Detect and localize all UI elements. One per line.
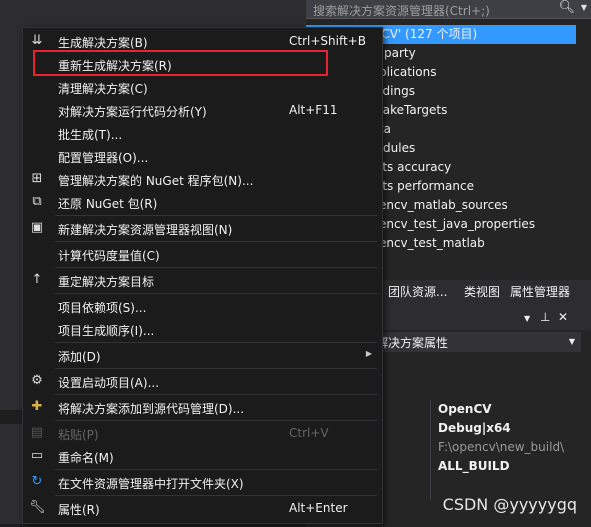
- refresh-icon: ↻: [31, 474, 43, 489]
- menu-separator: [55, 368, 377, 369]
- source-control-icon: ✚: [31, 399, 43, 414]
- gear-icon: ⚙: [31, 373, 43, 388]
- menu-item-add-to-source-control[interactable]: ✚ 将解决方案添加到源代码管理(D)...: [23, 396, 382, 419]
- menu-item-manage-nuget[interactable]: ⊞ 管理解决方案的 NuGet 程序包(N)...: [23, 168, 382, 191]
- menu-separator: [55, 495, 377, 496]
- menu-item-properties[interactable]: 🔧︎ 属性(R) Alt+Enter: [23, 497, 382, 520]
- menu-item-paste[interactable]: ▤ 粘贴(P) Ctrl+V: [23, 422, 382, 445]
- menu-item-restore-nuget[interactable]: ⧉ 还原 NuGet 包(R): [23, 191, 382, 214]
- menu-item-code-metrics[interactable]: 计算代码度量值(C): [23, 243, 382, 266]
- menu-separator: [55, 342, 377, 343]
- selector-label: 解决方案属性: [376, 336, 449, 350]
- rebuild-highlight-annotation: [33, 50, 328, 76]
- solution-search-box[interactable]: 搜索解决方案资源管理器(Ctrl+;) 🔍︎ ▼: [306, 0, 591, 19]
- tab-class-view[interactable]: 类视图: [464, 283, 500, 300]
- watermark: CSDN @yyyyygq: [442, 495, 577, 514]
- menu-separator: [55, 420, 377, 421]
- property-value[interactable]: F:\opencv\new_build\: [438, 438, 564, 457]
- context-menu: ⇊ 生成解决方案(B) Ctrl+Shift+B 重新生成解决方案(R) 清理解…: [22, 27, 383, 524]
- retarget-icon: ↑: [31, 272, 43, 287]
- menu-separator: [55, 394, 377, 395]
- new-view-icon: ▣: [30, 220, 44, 235]
- close-icon[interactable]: ✕: [558, 310, 568, 324]
- menu-item-code-analysis[interactable]: 对解决方案运行代码分析(Y) Alt+F11: [23, 99, 382, 122]
- menu-separator: [55, 267, 377, 268]
- paste-icon: ▤: [30, 425, 44, 440]
- chevron-down-icon[interactable]: ▼: [569, 337, 575, 346]
- tab-team-explorer[interactable]: 团队资源...: [388, 283, 447, 300]
- menu-item-batch-build[interactable]: 批生成(T)...: [23, 122, 382, 145]
- menu-separator: [55, 293, 377, 294]
- rename-icon: ▭: [30, 448, 44, 463]
- menu-separator: [55, 469, 377, 470]
- property-value[interactable]: Debug|x64: [438, 419, 511, 438]
- restore-icon: ⧉: [32, 194, 42, 209]
- package-icon: ⊞: [31, 171, 43, 186]
- property-value[interactable]: ALL_BUILD: [438, 457, 510, 476]
- search-placeholder: 搜索解决方案资源管理器(Ctrl+;): [313, 4, 490, 18]
- menu-item-add[interactable]: 添加(D) ▶: [23, 344, 382, 367]
- chevron-down-icon[interactable]: ▼: [581, 3, 587, 12]
- menu-item-build-order[interactable]: 项目生成顺序(I)...: [23, 318, 382, 341]
- menu-separator: [55, 215, 377, 216]
- wrench-icon: 🔧︎: [29, 500, 46, 515]
- build-icon: ⇊: [31, 33, 43, 48]
- menu-item-set-startup-projects[interactable]: ⚙ 设置启动项目(A)...: [23, 370, 382, 393]
- menu-item-rename[interactable]: ▭ 重命名(M): [23, 445, 382, 468]
- menu-item-open-in-explorer[interactable]: ↻ 在文件资源管理器中打开文件夹(X): [23, 471, 382, 494]
- chevron-down-icon[interactable]: ▼: [524, 314, 530, 323]
- pin-icon[interactable]: ⊥: [540, 310, 550, 324]
- menu-item-clean-solution[interactable]: 清理解决方案(C): [23, 76, 382, 99]
- menu-item-new-explorer-view[interactable]: ▣ 新建解决方案资源管理器视图(N): [23, 217, 382, 240]
- tab-property-manager[interactable]: 属性管理器: [510, 283, 570, 300]
- search-icon[interactable]: 🔍︎: [558, 0, 575, 15]
- submenu-arrow-icon: ▶: [365, 349, 372, 358]
- menu-item-retarget[interactable]: ↑ 重定解决方案目标: [23, 269, 382, 292]
- menu-separator: [55, 241, 377, 242]
- menu-item-project-dependencies[interactable]: 项目依赖项(S)...: [23, 295, 382, 318]
- menu-item-configuration-manager[interactable]: 配置管理器(O)...: [23, 145, 382, 168]
- property-value[interactable]: OpenCV: [438, 400, 492, 419]
